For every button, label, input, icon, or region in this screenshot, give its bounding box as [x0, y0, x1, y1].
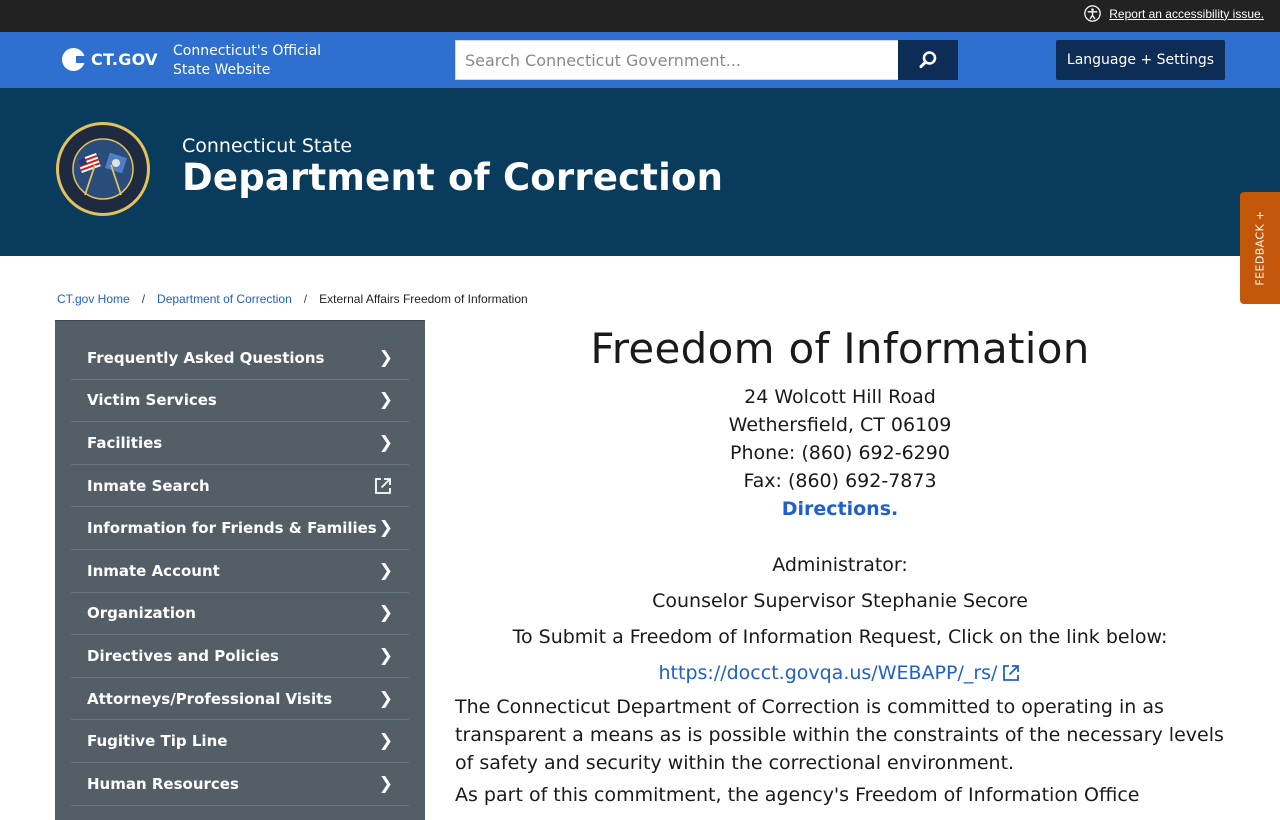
submit-request-text: To Submit a Freedom of Information Reque…	[512, 626, 1168, 648]
feedback-label: FEEDBACK +	[1253, 210, 1267, 286]
address-line-1: 24 Wolcott Hill Road	[744, 386, 936, 408]
feedback-tab[interactable]: FEEDBACK +	[1240, 192, 1280, 304]
directions-link[interactable]: Directions.	[782, 498, 899, 520]
sidebar-item-inmate-search[interactable]: Inmate Search	[71, 465, 409, 508]
sidebar-item-label: Frequently Asked Questions	[87, 348, 325, 367]
page-title: Freedom of Information	[590, 324, 1090, 373]
fax-number: Fax: (860) 692-7873	[743, 470, 937, 492]
tagline-line-1: Connecticut's Official	[173, 43, 322, 59]
commitment-paragraph: As part of this commitment, the agency's…	[455, 784, 1140, 806]
sidebar-item-attorneys-visits[interactable]: Attorneys/Professional Visits ❯	[71, 678, 409, 721]
ctgov-logo-icon	[62, 48, 86, 71]
site-search	[455, 40, 958, 80]
chevron-right-icon: ❯	[378, 390, 393, 411]
sidebar-item-victim-services[interactable]: Victim Services ❯	[71, 380, 409, 423]
sidebar-item-label: Inmate Account	[87, 561, 220, 580]
sidebar-item-label: Information for Friends & Families	[87, 519, 377, 538]
sidebar-nav: Frequently Asked Questions ❯ Victim Serv…	[55, 320, 425, 820]
intro-paragraph: The Connecticut Department of Correction…	[455, 696, 1224, 774]
chevron-right-icon: ❯	[378, 603, 393, 624]
agency-seal-logo[interactable]	[55, 121, 151, 217]
sidebar-item-facilities[interactable]: Facilities ❯	[71, 422, 409, 465]
agency-banner: Connecticut State Department of Correcti…	[0, 88, 1280, 256]
external-link-icon	[1003, 665, 1020, 681]
sidebar-item-label: Inmate Search	[87, 476, 210, 495]
sidebar-item-label: Fugitive Tip Line	[87, 732, 228, 751]
sidebar-item-label: Facilities	[87, 433, 163, 452]
sidebar-item-label: Victim Services	[87, 391, 217, 410]
accessibility-link-text[interactable]: Report an accessibility issue.	[1109, 7, 1264, 21]
utility-bar: Report an accessibility issue.	[0, 0, 1280, 32]
administrator-label: Administrator:	[772, 554, 908, 576]
sidebar-item-fugitive-tip-line[interactable]: Fugitive Tip Line ❯	[71, 720, 409, 763]
breadcrumb-separator: /	[141, 292, 146, 306]
chevron-right-icon: ❯	[378, 645, 393, 666]
search-input[interactable]	[455, 40, 898, 80]
language-settings-button[interactable]: Language + Settings	[1056, 40, 1225, 80]
chevron-right-icon: ❯	[378, 347, 393, 368]
agency-kicker: Connecticut State	[182, 135, 353, 157]
administrator-name: Counselor Supervisor Stephanie Secore	[652, 590, 1028, 612]
chevron-right-icon: ❯	[378, 773, 393, 794]
agency-name[interactable]: Department of Correction	[182, 156, 723, 199]
chevron-right-icon: ❯	[378, 731, 393, 752]
sidebar-item-organization[interactable]: Organization ❯	[71, 593, 409, 636]
sidebar-item-inmate-account[interactable]: Inmate Account ❯	[71, 550, 409, 593]
search-button[interactable]	[898, 40, 958, 80]
external-link-icon	[375, 477, 391, 494]
address-line-2: Wethersfield, CT 06109	[728, 414, 952, 436]
breadcrumb: CT.gov Home / Department of Correction /…	[57, 292, 528, 306]
foi-request-url: https://docct.govqa.us/WEBAPP/_rs/	[658, 662, 998, 684]
breadcrumb-home[interactable]: CT.gov Home	[57, 292, 130, 306]
sidebar-item-label: Human Resources	[87, 774, 239, 793]
main-content: Freedom of Information 24 Wolcott Hill R…	[455, 320, 1225, 809]
sidebar-item-human-resources[interactable]: Human Resources ❯	[71, 763, 409, 806]
accessibility-icon	[1084, 5, 1102, 22]
sidebar-item-label: Attorneys/Professional Visits	[87, 689, 333, 708]
sidebar-item-directives-policies[interactable]: Directives and Policies ❯	[71, 635, 409, 678]
chevron-right-icon: ❯	[378, 688, 393, 709]
chevron-right-icon: ❯	[378, 560, 393, 581]
breadcrumb-separator: /	[303, 292, 308, 306]
breadcrumb-current: External Affairs Freedom of Information	[319, 292, 528, 306]
chevron-right-icon: ❯	[378, 432, 393, 453]
sidebar-item-label: Organization	[87, 604, 196, 623]
accessibility-report-link[interactable]: Report an accessibility issue.	[1084, 5, 1264, 22]
sidebar-item-faq[interactable]: Frequently Asked Questions ❯	[71, 337, 409, 380]
phone-number: Phone: (860) 692-6290	[730, 442, 950, 464]
ctgov-logo[interactable]: CT.GOV	[62, 48, 158, 71]
foi-request-link[interactable]: https://docct.govqa.us/WEBAPP/_rs/	[659, 659, 1022, 687]
ctgov-tagline: Connecticut's Official State Website	[173, 42, 343, 80]
search-icon	[919, 51, 937, 69]
ctgov-header: CT.GOV Connecticut's Official State Webs…	[0, 32, 1280, 88]
chevron-right-icon: ❯	[378, 518, 393, 539]
ctgov-logo-text: CT.GOV	[91, 50, 158, 69]
sidebar-item-label: Directives and Policies	[87, 646, 279, 665]
sidebar-item-friends-families[interactable]: Information for Friends & Families ❯	[71, 507, 409, 550]
breadcrumb-agency[interactable]: Department of Correction	[157, 292, 292, 306]
tagline-line-2: State Website	[173, 62, 271, 78]
